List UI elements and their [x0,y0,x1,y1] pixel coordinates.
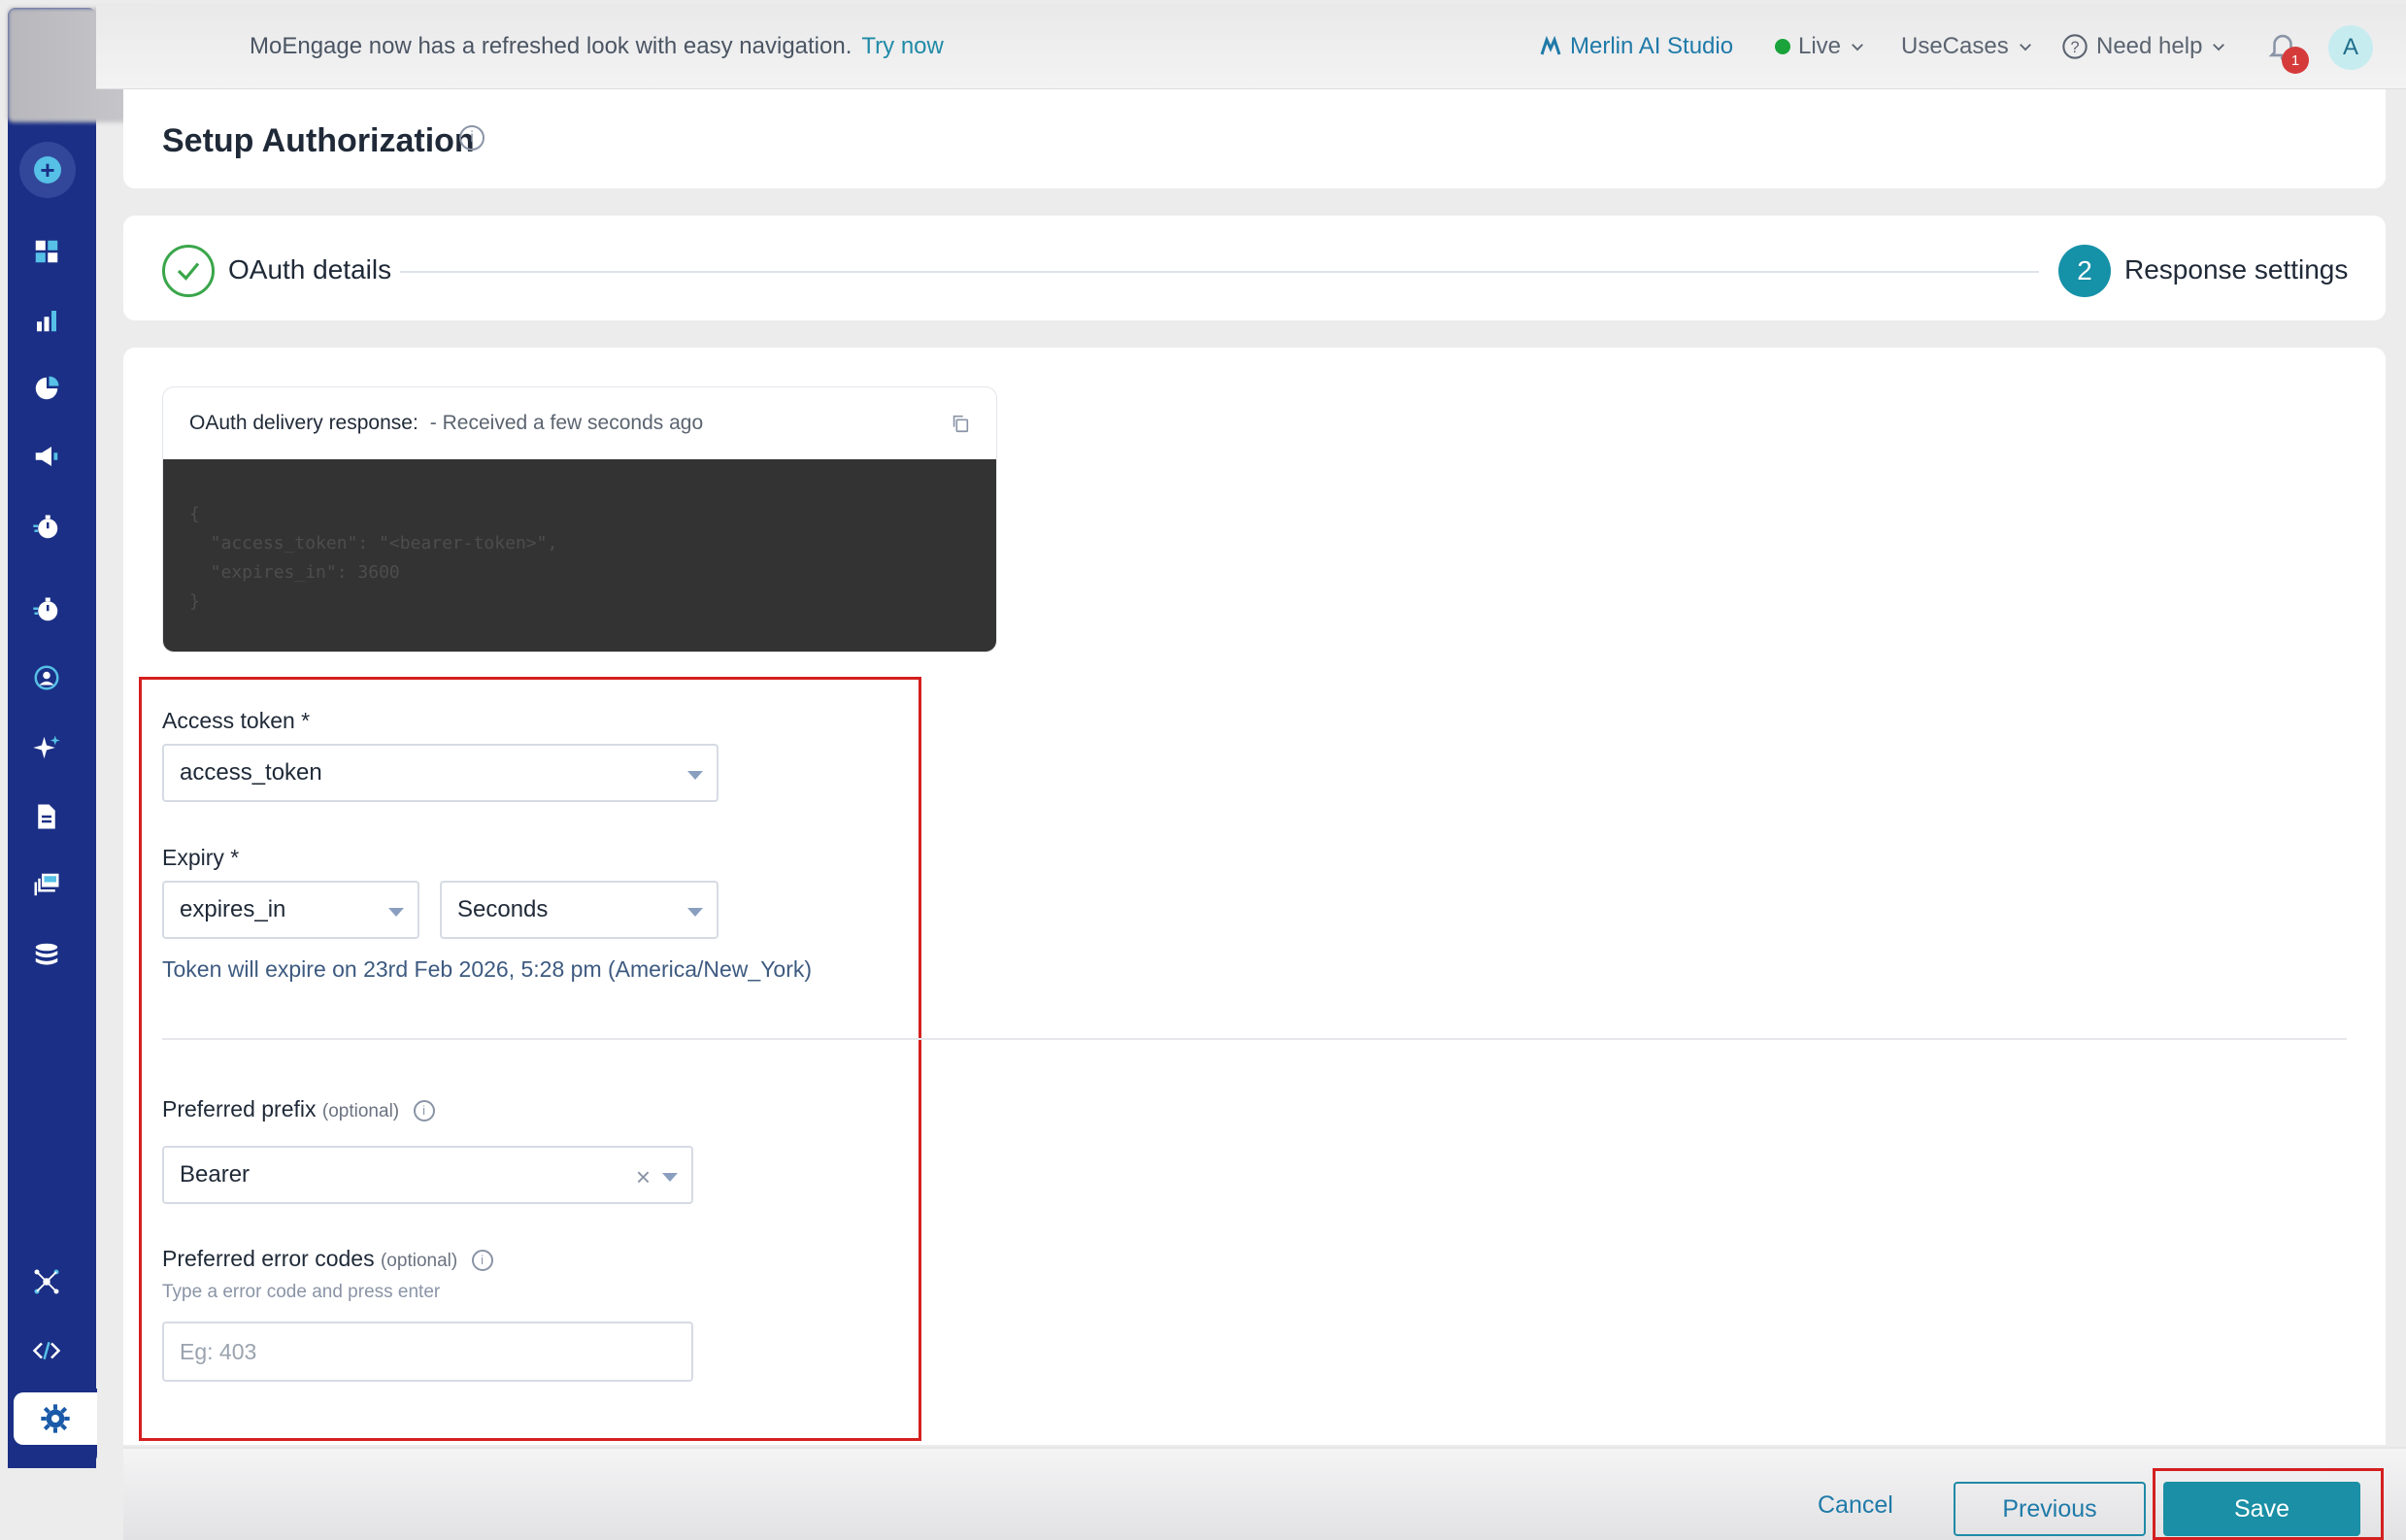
expiry-unit-value: Seconds [457,896,549,922]
gear-icon [41,1404,70,1433]
segments-icon[interactable] [29,371,64,406]
stepper [123,216,2386,320]
analytics-icon[interactable] [29,303,64,338]
error-codes-optional-tag: (optional) [380,1251,458,1271]
info-icon[interactable]: i [459,125,485,151]
step-oauth-details[interactable]: OAuth details [228,254,391,285]
merlin-ai-studio-link[interactable]: Merlin AI Studio [1539,33,1733,60]
prefix-value: Bearer [180,1161,251,1188]
code-icon[interactable] [29,1333,64,1368]
info-icon[interactable]: i [413,1099,435,1122]
page-title: Setup Authorization [162,122,475,159]
merlin-label: Merlin AI Studio [1570,33,1734,59]
expiry-note: Token will expire on 23rd Feb 2026, 5:28… [162,956,813,982]
try-now-link[interactable]: Try now [861,33,943,59]
chevron-down-icon [2019,44,2031,51]
info-icon[interactable]: i [471,1249,493,1271]
access-token-label: Access token * [162,708,311,733]
response-code-block: { "access_token": "<bearer-token>", "exp… [163,459,996,652]
database-icon[interactable] [29,937,64,972]
prefix-optional-tag: (optional) [321,1101,400,1122]
error-codes-input[interactable] [162,1322,693,1382]
error-codes-hint: Type a error code and press enter [162,1282,441,1302]
oauth-response-panel: OAuth delivery response: - Received a fe… [162,386,997,653]
avatar[interactable]: A [2328,25,2373,70]
need-help-dropdown[interactable]: ? Need help [2061,33,2227,60]
expiry-unit-select[interactable]: Seconds [440,881,718,939]
help-icon: ? [2062,34,2088,59]
expiry-label: Expiry * [162,845,240,870]
personalize-icon[interactable] [29,592,64,627]
expiry-field-select[interactable]: expires_in [162,881,419,939]
timer-icon[interactable] [29,510,64,545]
announcement-text: MoEngage now has a refreshed look with e… [250,33,852,59]
merlin-icon [1540,35,1561,55]
environment-label: Live [1798,33,1842,59]
step-number-badge: 2 [2058,245,2111,297]
environment-dropdown[interactable]: Live [1775,33,1866,60]
caret-down-icon [687,771,703,780]
network-icon[interactable] [29,1264,64,1299]
campaign-icon[interactable] [29,439,64,474]
caret-down-icon [662,1173,678,1182]
document-icon[interactable] [29,799,64,834]
prefix-label-text: Preferred prefix [162,1096,317,1122]
section-divider [162,1038,2347,1040]
usecases-dropdown[interactable]: UseCases [1901,33,2034,60]
step-response-settings[interactable]: Response settings [2124,254,2348,285]
svg-text:?: ? [2070,39,2079,56]
live-status-dot [1775,39,1790,54]
response-received-time: - Received a few seconds ago [429,412,704,434]
copy-icon[interactable] [950,413,971,434]
sparkle-icon[interactable] [29,730,64,765]
content-icon[interactable] [29,867,64,902]
response-label: OAuth delivery response: [189,412,418,434]
create-button[interactable]: + [19,142,76,198]
prefix-label: Preferred prefix (optional) i [162,1096,435,1122]
usecases-label: UseCases [1901,33,2009,59]
announcement: MoEngage now has a refreshed look with e… [250,33,944,60]
cancel-button[interactable]: Cancel [1818,1491,1893,1520]
error-codes-label: Preferred error codes (optional) i [162,1246,493,1272]
stepper-connector [400,271,2039,273]
previous-button[interactable]: Previous [1954,1482,2146,1536]
user-target-icon[interactable] [29,660,64,695]
dashboard-icon[interactable] [29,234,64,269]
error-codes-label-text: Preferred error codes [162,1246,375,1271]
chevron-down-icon [1852,44,1863,51]
notification-badge: 1 [2282,47,2309,74]
access-token-select[interactable]: access_token [162,744,718,802]
chevron-down-icon [2213,44,2225,51]
settings-nav-item[interactable] [14,1392,97,1445]
access-token-value: access_token [180,759,322,786]
clear-icon[interactable]: × [636,1162,651,1192]
expiry-field-value: expires_in [180,896,286,922]
plus-icon: + [34,156,61,184]
save-highlight-box [2153,1468,2384,1540]
step-complete-check-icon [162,245,215,297]
prefix-select[interactable]: Bearer × [162,1146,693,1204]
response-header: OAuth delivery response: - Received a fe… [163,387,996,459]
need-help-label: Need help [2096,33,2203,59]
caret-down-icon [687,908,703,917]
caret-down-icon [388,908,404,917]
